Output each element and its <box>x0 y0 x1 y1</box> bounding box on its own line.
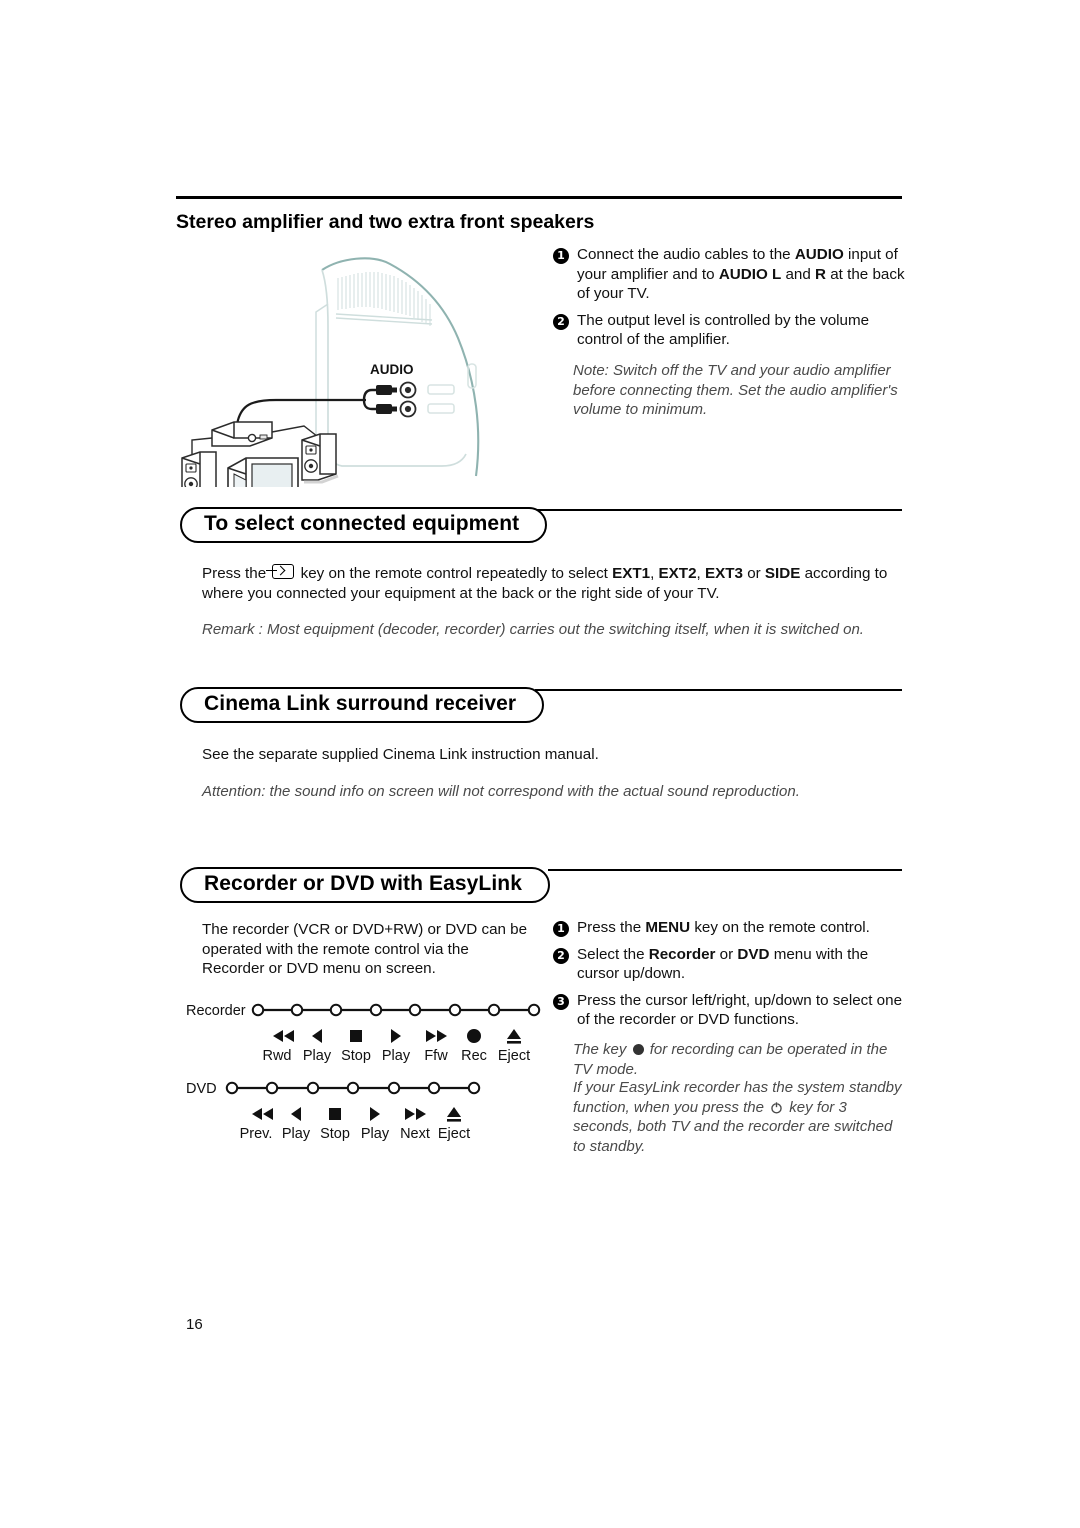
list-item: 2 Select the Recorder or DVD menu with t… <box>553 945 905 984</box>
easylink-note-record-key: The key for recording can be operated in… <box>573 1040 903 1079</box>
section-heading-cinema-link: Cinema Link surround receiver <box>180 687 545 723</box>
source-ext1: EXT1 <box>612 565 651 582</box>
source-key-icon <box>266 564 295 579</box>
dvd-function-diagram: DVD Prev. Play Stop Play Next Eject <box>186 1081 481 1142</box>
easylink-section-rule <box>548 869 902 871</box>
step-text-1: Connect the audio cables to the AUDIO in… <box>577 245 905 304</box>
note-prefix: If your EasyLink recorder has the system… <box>573 1079 902 1116</box>
note-prefix: The key <box>573 1041 631 1058</box>
step-bullet-2: 2 <box>553 313 569 330</box>
easylink-steps-list: 1 Press the MENU key on the remote contr… <box>553 918 905 1037</box>
cinema-section-rule <box>535 689 902 691</box>
amplifier-connection-diagram: AUDIO <box>181 257 480 487</box>
step-text-fragment: or <box>715 945 738 963</box>
top-divider-rule <box>176 196 902 199</box>
dvd-fn-label: Next <box>400 1126 430 1142</box>
dvd-fn-label: Prev. <box>240 1126 273 1142</box>
recorder-fn-label: Ffw <box>424 1048 448 1064</box>
dvd-row-label: DVD <box>186 1081 217 1097</box>
step-bullet-1: 1 <box>553 921 569 937</box>
dvd-fn-label: Play <box>361 1126 390 1142</box>
recorder-row-label: Recorder <box>186 1003 246 1019</box>
step-text-2: The output level is controlled by the vo… <box>577 311 905 350</box>
list-item: 1 Connect the audio cables to the AUDIO … <box>553 245 905 304</box>
dvd-fn-label: Eject <box>438 1126 470 1142</box>
step-text-3: Press the cursor left/right, up/down to … <box>577 991 905 1030</box>
recorder-function-diagram: Recorder Rwd Play Stop Play Ffw Rec Ejec… <box>186 1003 541 1064</box>
list-item: 3 Press the cursor left/right, up/down t… <box>553 991 905 1030</box>
cinema-link-attention: Attention: the sound info on screen will… <box>202 783 800 800</box>
select-equipment-body: Press the key on the remote control repe… <box>202 564 902 603</box>
step-text-fragment-bold: R <box>815 265 827 283</box>
step-text-fragment-bold: AUDIO L <box>718 265 782 283</box>
step-text-fragment: The output level is controlled by the vo… <box>577 311 870 349</box>
recorder-fn-label: Play <box>303 1048 332 1064</box>
joiner: , <box>650 565 659 582</box>
recorder-fn-label: Rwd <box>262 1048 291 1064</box>
recorder-fn-label: Stop <box>341 1048 371 1064</box>
amplifier-steps-list: 1 Connect the audio cables to the AUDIO … <box>553 245 905 357</box>
recorder-fn-label: Rec <box>461 1048 487 1064</box>
joiner-or: or <box>742 565 765 582</box>
easylink-note-standby: If your EasyLink recorder has the system… <box>573 1078 903 1156</box>
step-text-fragment: and <box>781 265 816 283</box>
list-item: 2 The output level is controlled by the … <box>553 311 905 350</box>
select-body-mid: key on the remote control repeatedly to … <box>296 565 613 582</box>
page-title-stereo-amplifier: Stereo amplifier and two extra front spe… <box>176 211 595 233</box>
section-heading-recorder-dvd-easylink: Recorder or DVD with EasyLink <box>180 867 550 903</box>
amplifier-note: Note: Switch off the TV and your audio a… <box>573 362 898 418</box>
joiner: , <box>696 565 705 582</box>
step-text-fragment: Connect the audio cables to the <box>577 246 795 263</box>
recorder-fn-label: Eject <box>498 1048 530 1064</box>
step-text-2: Select the Recorder or DVD menu with the… <box>577 945 905 984</box>
easylink-left-paragraph: The recorder (VCR or DVD+RW) or DVD can … <box>202 921 528 977</box>
step-text-fragment-bold: AUDIO <box>794 246 844 263</box>
recorder-fn-label: Play <box>382 1048 411 1064</box>
step-bullet-1: 1 <box>553 248 569 264</box>
list-item: 1 Press the MENU key on the remote contr… <box>553 918 905 938</box>
cinema-link-body: See the separate supplied Cinema Link in… <box>202 746 599 763</box>
source-side: SIDE <box>764 565 801 582</box>
step-text-1: Press the MENU key on the remote control… <box>577 918 905 938</box>
select-body-prefix: Press the <box>202 565 271 582</box>
audio-connector-label: AUDIO <box>370 362 414 377</box>
step-text-fragment: Press the cursor left/right, up/down to … <box>577 991 903 1029</box>
section-heading-select-connected-equipment: To select connected equipment <box>180 507 548 543</box>
manual-page: Stereo amplifier and two extra front spe… <box>0 0 1080 1528</box>
record-dot-icon <box>632 1044 644 1055</box>
step-text-fragment: key on the remote control. <box>690 919 870 936</box>
page-number: 16 <box>186 1316 203 1333</box>
source-ext3: EXT3 <box>704 565 743 582</box>
dvd-fn-label: Play <box>282 1126 311 1142</box>
step-text-fragment-bold: MENU <box>645 919 691 936</box>
select-equipment-remark: Remark : Most equipment (decoder, record… <box>202 621 864 638</box>
step-text-fragment: Select the <box>577 945 649 963</box>
select-section-rule <box>537 509 902 511</box>
step-bullet-2: 2 <box>553 947 569 964</box>
step-text-fragment: Press the <box>577 919 646 936</box>
dvd-fn-label: Stop <box>320 1126 350 1142</box>
step-text-fragment-bold: Recorder <box>648 945 716 963</box>
source-ext2: EXT2 <box>658 565 697 582</box>
power-standby-icon <box>770 1100 783 1114</box>
step-text-fragment-bold: DVD <box>737 945 770 963</box>
